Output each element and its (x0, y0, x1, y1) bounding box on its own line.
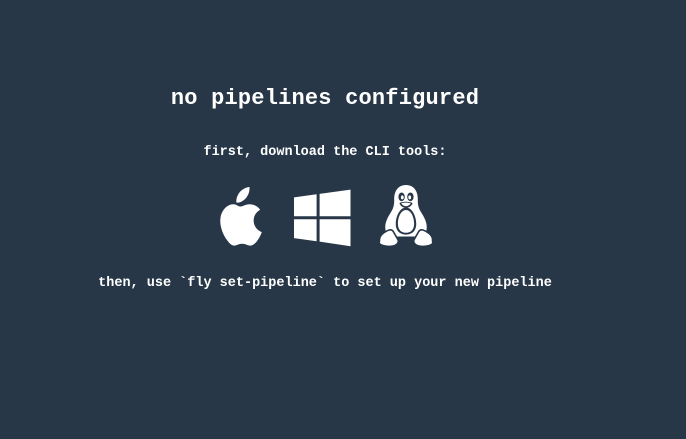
linux-tux-icon (378, 185, 434, 248)
download-osx-link[interactable] (214, 186, 266, 246)
set-pipeline-instructions: then, use `fly set-pipeline` to set up y… (98, 276, 552, 291)
windows-icon (294, 189, 351, 247)
page-title: no pipelines configured (170, 86, 480, 111)
apple-icon (220, 187, 262, 246)
no-pipelines-page: no pipelines configured first, download … (0, 0, 686, 439)
download-prompt: first, download the CLI tools: (203, 145, 447, 160)
download-windows-link[interactable] (292, 189, 353, 247)
download-linux-link[interactable] (377, 184, 435, 248)
